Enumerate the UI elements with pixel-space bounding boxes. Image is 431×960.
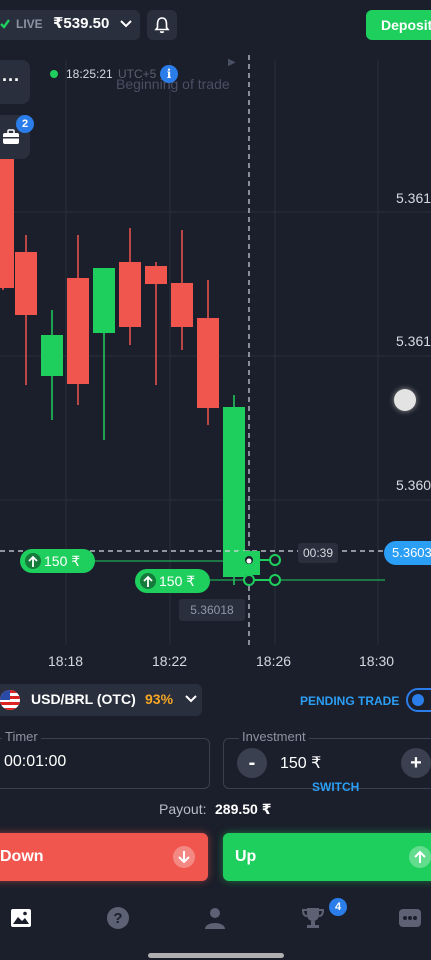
balance-amount: ₹539.50 [53,15,110,32]
candles [0,140,245,585]
candle-body [171,283,193,327]
info-icon[interactable]: i [160,65,178,83]
chart-nav-icon[interactable] [9,906,33,930]
chevron-down-icon[interactable] [118,16,134,32]
trade-amount: 150 ₹ [44,553,81,569]
current-price-tag: 5.3603 [384,541,431,565]
down-label: Down [0,848,44,865]
candle-body [41,335,63,376]
chart-menu-button[interactable]: ··· [0,60,30,104]
trade-marker[interactable]: 150 ₹ [135,569,210,593]
time-tick: 18:18 [48,653,84,669]
trophy-icon[interactable] [301,906,325,930]
candle-body [197,318,219,408]
svg-text:?: ? [113,910,122,927]
time-tick: 18:26 [256,653,292,669]
help-icon[interactable]: ? [106,906,130,930]
arrow-down-icon [173,846,195,868]
candle-body [145,266,167,284]
server-time: 18:25:21 [66,67,113,81]
time-tick: 18:22 [152,653,188,669]
trade-marker[interactable]: 150 ₹ [20,549,95,573]
home-indicator [148,953,284,958]
more-icon[interactable] [398,906,422,930]
account-type-label: LIVE [16,17,43,31]
arrow-up-icon [409,846,431,868]
payout-value: 289.50 ₹ [215,801,272,817]
switch-button[interactable]: SWITCH [312,780,359,794]
tournaments-badge: 4 [329,898,347,916]
decrease-investment-button[interactable]: - [237,748,267,778]
trade-node [269,574,281,586]
down-button[interactable]: Down [0,833,208,881]
candle-body [93,268,115,333]
deposit-button[interactable]: Deposit [366,10,431,40]
timer-value: 00:01:00 [4,753,67,770]
investment-value: 150 ₹ [280,755,322,772]
time-tick: 18:30 [359,653,395,669]
increase-investment-button[interactable]: + [401,748,431,778]
investment-label: Investment [239,729,309,744]
candle-body [67,278,89,384]
candle-body [0,140,14,288]
up-button[interactable]: Up [223,833,431,881]
candle-body [15,252,37,315]
candle-body [119,262,141,327]
timer-label: Timer [2,729,41,744]
price-tick: 5.361 [396,333,431,349]
asset-name: USD/BRL (OTC) [31,691,136,707]
asset-payout-percent: 93% [145,691,174,707]
server-status-dot [50,70,58,78]
live-check-icon [0,19,10,29]
us-flag-icon [0,690,20,710]
trades-count-badge: 2 [16,115,34,133]
trade-node [269,554,281,566]
notifications-button[interactable] [147,10,177,40]
more-dots-icon: ··· [2,70,20,90]
payout-label: Payout: [159,801,207,817]
price-chart[interactable] [0,50,431,680]
briefcase-icon [3,129,19,144]
profile-icon[interactable] [203,906,227,930]
up-label: Up [235,848,257,865]
price-tick: 5.360 [396,477,431,493]
trade-node-dot [246,558,252,564]
chart-scroll-handle[interactable] [394,389,416,411]
entry-price-tag: 5.36018 [179,599,245,621]
play-marker-icon: ▶ [228,57,236,68]
arrow-up-icon [140,573,156,589]
trade-amount: 150 ₹ [159,573,196,589]
candle-countdown: 00:39 [298,543,338,563]
arrow-up-icon [25,553,41,569]
trade-node [243,574,255,586]
chevron-down-icon [185,695,197,703]
pending-trade-label: PENDING TRADE [300,694,400,708]
toggle-knob [412,694,424,706]
bell-icon [154,17,170,34]
price-tick: 5.361 [396,190,431,206]
